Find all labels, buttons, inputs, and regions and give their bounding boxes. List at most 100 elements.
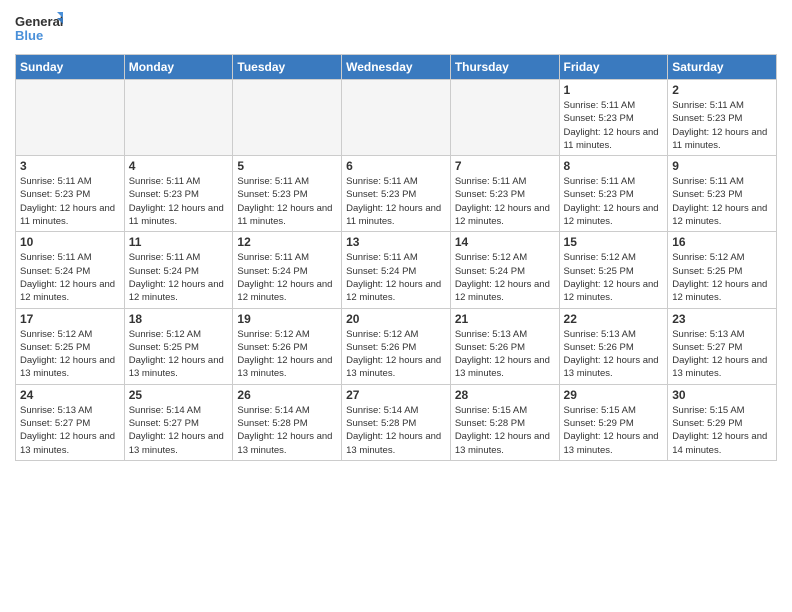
day-info: Sunrise: 5:14 AMSunset: 5:28 PMDaylight:… — [346, 404, 446, 457]
calendar-cell: 28 Sunrise: 5:15 AMSunset: 5:28 PMDayligh… — [450, 384, 559, 460]
calendar-cell: 16 Sunrise: 5:12 AMSunset: 5:25 PMDayligh… — [668, 232, 777, 308]
day-info: Sunrise: 5:15 AMSunset: 5:29 PMDaylight:… — [672, 404, 772, 457]
calendar-cell: 8 Sunrise: 5:11 AMSunset: 5:23 PMDaylight… — [559, 156, 668, 232]
day-info: Sunrise: 5:13 AMSunset: 5:27 PMDaylight:… — [672, 328, 772, 381]
svg-text:General: General — [15, 14, 63, 29]
day-number: 21 — [455, 312, 555, 326]
day-info: Sunrise: 5:11 AMSunset: 5:24 PMDaylight:… — [237, 251, 337, 304]
weekday-header-friday: Friday — [559, 55, 668, 80]
day-number: 23 — [672, 312, 772, 326]
weekday-header-monday: Monday — [124, 55, 233, 80]
day-number: 8 — [564, 159, 664, 173]
day-info: Sunrise: 5:13 AMSunset: 5:27 PMDaylight:… — [20, 404, 120, 457]
header: General Blue — [15, 10, 777, 48]
calendar-cell: 6 Sunrise: 5:11 AMSunset: 5:23 PMDaylight… — [342, 156, 451, 232]
day-number: 2 — [672, 83, 772, 97]
week-row-2: 3 Sunrise: 5:11 AMSunset: 5:23 PMDaylight… — [16, 156, 777, 232]
calendar-cell: 30 Sunrise: 5:15 AMSunset: 5:29 PMDayligh… — [668, 384, 777, 460]
day-info: Sunrise: 5:11 AMSunset: 5:23 PMDaylight:… — [564, 99, 664, 152]
calendar-cell: 22 Sunrise: 5:13 AMSunset: 5:26 PMDayligh… — [559, 308, 668, 384]
day-number: 19 — [237, 312, 337, 326]
calendar-cell: 10 Sunrise: 5:11 AMSunset: 5:24 PMDayligh… — [16, 232, 125, 308]
calendar: SundayMondayTuesdayWednesdayThursdayFrid… — [15, 54, 777, 461]
day-info: Sunrise: 5:12 AMSunset: 5:25 PMDaylight:… — [564, 251, 664, 304]
day-number: 9 — [672, 159, 772, 173]
calendar-cell: 19 Sunrise: 5:12 AMSunset: 5:26 PMDayligh… — [233, 308, 342, 384]
day-number: 16 — [672, 235, 772, 249]
day-number: 22 — [564, 312, 664, 326]
week-row-4: 17Sunrise: 5:12 AMSunset: 5:25 PMDayligh… — [16, 308, 777, 384]
day-number: 29 — [564, 388, 664, 402]
week-row-5: 24Sunrise: 5:13 AMSunset: 5:27 PMDayligh… — [16, 384, 777, 460]
calendar-cell: 4Sunrise: 5:11 AMSunset: 5:23 PMDaylight… — [124, 156, 233, 232]
day-info: Sunrise: 5:15 AMSunset: 5:28 PMDaylight:… — [455, 404, 555, 457]
calendar-cell: 9Sunrise: 5:11 AMSunset: 5:23 PMDaylight… — [668, 156, 777, 232]
calendar-cell: 12 Sunrise: 5:11 AMSunset: 5:24 PMDayligh… — [233, 232, 342, 308]
day-info: Sunrise: 5:11 AMSunset: 5:24 PMDaylight:… — [129, 251, 229, 304]
day-info: Sunrise: 5:13 AMSunset: 5:26 PMDaylight:… — [564, 328, 664, 381]
day-info: Sunrise: 5:11 AMSunset: 5:23 PMDaylight:… — [237, 175, 337, 228]
day-number: 10 — [20, 235, 120, 249]
calendar-cell — [233, 80, 342, 156]
day-info: Sunrise: 5:14 AMSunset: 5:28 PMDaylight:… — [237, 404, 337, 457]
calendar-cell: 25Sunrise: 5:14 AMSunset: 5:27 PMDayligh… — [124, 384, 233, 460]
calendar-cell: 3 Sunrise: 5:11 AMSunset: 5:23 PMDaylight… — [16, 156, 125, 232]
day-info: Sunrise: 5:13 AMSunset: 5:26 PMDaylight:… — [455, 328, 555, 381]
calendar-cell: 11 Sunrise: 5:11 AMSunset: 5:24 PMDayligh… — [124, 232, 233, 308]
day-info: Sunrise: 5:12 AMSunset: 5:25 PMDaylight:… — [20, 328, 120, 381]
day-number: 12 — [237, 235, 337, 249]
day-number: 26 — [237, 388, 337, 402]
day-number: 1 — [564, 83, 664, 97]
weekday-header-sunday: Sunday — [16, 55, 125, 80]
calendar-cell: 13Sunrise: 5:11 AMSunset: 5:24 PMDayligh… — [342, 232, 451, 308]
day-info: Sunrise: 5:15 AMSunset: 5:29 PMDaylight:… — [564, 404, 664, 457]
calendar-cell: 18Sunrise: 5:12 AMSunset: 5:25 PMDayligh… — [124, 308, 233, 384]
calendar-cell: 20 Sunrise: 5:12 AMSunset: 5:26 PMDayligh… — [342, 308, 451, 384]
day-number: 5 — [237, 159, 337, 173]
week-row-1: 1 Sunrise: 5:11 AMSunset: 5:23 PMDaylight… — [16, 80, 777, 156]
day-info: Sunrise: 5:12 AMSunset: 5:26 PMDaylight:… — [237, 328, 337, 381]
day-info: Sunrise: 5:12 AMSunset: 5:26 PMDaylight:… — [346, 328, 446, 381]
calendar-cell: 1 Sunrise: 5:11 AMSunset: 5:23 PMDaylight… — [559, 80, 668, 156]
logo-svg: General Blue — [15, 10, 65, 48]
calendar-cell: 21 Sunrise: 5:13 AMSunset: 5:26 PMDayligh… — [450, 308, 559, 384]
day-number: 20 — [346, 312, 446, 326]
day-info: Sunrise: 5:12 AMSunset: 5:24 PMDaylight:… — [455, 251, 555, 304]
day-info: Sunrise: 5:11 AMSunset: 5:23 PMDaylight:… — [20, 175, 120, 228]
day-info: Sunrise: 5:11 AMSunset: 5:24 PMDaylight:… — [20, 251, 120, 304]
day-number: 7 — [455, 159, 555, 173]
page: General Blue SundayMondayTuesdayWednesda… — [0, 0, 792, 612]
calendar-cell: 26 Sunrise: 5:14 AMSunset: 5:28 PMDayligh… — [233, 384, 342, 460]
calendar-cell: 17Sunrise: 5:12 AMSunset: 5:25 PMDayligh… — [16, 308, 125, 384]
day-number: 15 — [564, 235, 664, 249]
calendar-cell: 27Sunrise: 5:14 AMSunset: 5:28 PMDayligh… — [342, 384, 451, 460]
weekday-header-saturday: Saturday — [668, 55, 777, 80]
weekday-header-thursday: Thursday — [450, 55, 559, 80]
weekday-header-wednesday: Wednesday — [342, 55, 451, 80]
calendar-cell: 15 Sunrise: 5:12 AMSunset: 5:25 PMDayligh… — [559, 232, 668, 308]
week-row-3: 10 Sunrise: 5:11 AMSunset: 5:24 PMDayligh… — [16, 232, 777, 308]
calendar-cell: 24Sunrise: 5:13 AMSunset: 5:27 PMDayligh… — [16, 384, 125, 460]
day-info: Sunrise: 5:11 AMSunset: 5:23 PMDaylight:… — [455, 175, 555, 228]
calendar-cell: 23 Sunrise: 5:13 AMSunset: 5:27 PMDayligh… — [668, 308, 777, 384]
day-info: Sunrise: 5:11 AMSunset: 5:23 PMDaylight:… — [564, 175, 664, 228]
logo: General Blue — [15, 10, 65, 48]
calendar-cell: 29 Sunrise: 5:15 AMSunset: 5:29 PMDayligh… — [559, 384, 668, 460]
day-info: Sunrise: 5:14 AMSunset: 5:27 PMDaylight:… — [129, 404, 229, 457]
calendar-cell — [124, 80, 233, 156]
day-number: 14 — [455, 235, 555, 249]
day-info: Sunrise: 5:11 AMSunset: 5:24 PMDaylight:… — [346, 251, 446, 304]
calendar-cell: 14 Sunrise: 5:12 AMSunset: 5:24 PMDayligh… — [450, 232, 559, 308]
day-number: 3 — [20, 159, 120, 173]
calendar-cell: 2 Sunrise: 5:11 AMSunset: 5:23 PMDaylight… — [668, 80, 777, 156]
day-info: Sunrise: 5:12 AMSunset: 5:25 PMDaylight:… — [129, 328, 229, 381]
day-info: Sunrise: 5:11 AMSunset: 5:23 PMDaylight:… — [672, 99, 772, 152]
day-number: 30 — [672, 388, 772, 402]
day-number: 6 — [346, 159, 446, 173]
day-number: 11 — [129, 235, 229, 249]
weekday-header-tuesday: Tuesday — [233, 55, 342, 80]
day-info: Sunrise: 5:12 AMSunset: 5:25 PMDaylight:… — [672, 251, 772, 304]
calendar-cell — [450, 80, 559, 156]
day-info: Sunrise: 5:11 AMSunset: 5:23 PMDaylight:… — [346, 175, 446, 228]
day-number: 28 — [455, 388, 555, 402]
